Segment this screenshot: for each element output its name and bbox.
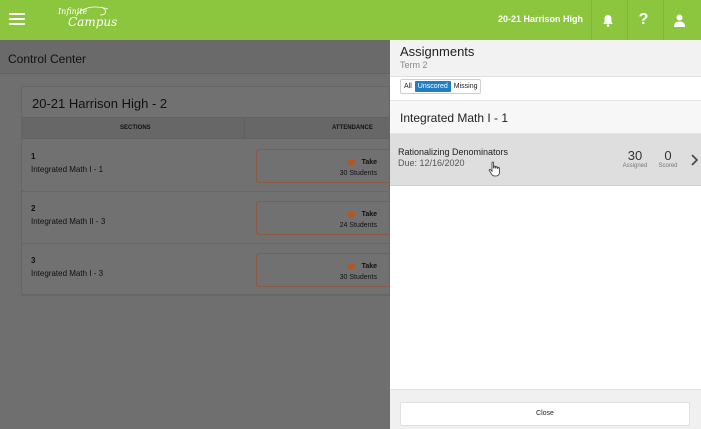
panel-header: Assignments Term 2 (390, 40, 701, 77)
assignment-item[interactable]: Rationalizing Denominators Due: 12/16/20… (390, 134, 701, 186)
take-label: Take (361, 159, 377, 166)
student-count: 30 Students (339, 274, 377, 281)
user-button[interactable] (663, 0, 695, 40)
section-course: Integrated Math II - 3 (31, 217, 106, 226)
bell-icon (602, 14, 613, 27)
assignments-panel: Assignments Term 2 All Unscored Missing … (390, 40, 701, 429)
take-attendance-button[interactable]: Take 30 Students (256, 149, 391, 183)
sections-card: 20-21 Harrison High - 2 SECTIONS ATTENDA… (21, 86, 391, 296)
logo-swoosh-icon (75, 6, 109, 17)
app-logo: Infinite Campus (58, 6, 117, 28)
student-count: 24 Students (339, 222, 377, 229)
status-dot-icon (348, 159, 355, 166)
assigned-value: 30 (627, 148, 643, 163)
assignment-due-date: Due: 12/16/2020 (398, 158, 465, 168)
section-course: Integrated Math I - 3 (31, 269, 104, 278)
scored-label: Scored (658, 163, 678, 169)
column-header-sections: SECTIONS (120, 125, 151, 131)
assigned-label: Assigned (622, 163, 648, 169)
status-dot-icon (348, 263, 355, 270)
top-bar: Infinite Campus 20-21 Harrison High ? (0, 0, 701, 40)
assignment-name: Rationalizing Denominators (398, 147, 509, 157)
close-button[interactable]: Close (400, 402, 690, 426)
card-title: 20-21 Harrison High - 2 (32, 96, 168, 111)
filter-toggle-group: All Unscored Missing (400, 79, 482, 94)
take-label: Take (361, 211, 377, 218)
section-title: Integrated Math I - 1 (400, 111, 509, 125)
chevron-right-icon (691, 154, 698, 166)
take-label: Take (361, 263, 377, 270)
table-row[interactable]: 3 Integrated Math I - 3 Take 30 Students (22, 244, 391, 296)
menu-icon[interactable] (9, 10, 25, 30)
filter-unscored[interactable]: Unscored (414, 81, 451, 92)
section-header: Integrated Math I - 1 (390, 100, 701, 134)
section-number: 3 (31, 256, 36, 265)
user-icon (674, 14, 685, 27)
help-button[interactable]: ? (627, 0, 659, 40)
status-dot-icon (348, 211, 355, 218)
hand-cursor-icon (488, 161, 500, 177)
page-title: Control Center (8, 52, 87, 66)
section-course: Integrated Math I - 1 (31, 165, 104, 174)
scored-value: 0 (664, 148, 672, 163)
notifications-button[interactable] (591, 0, 623, 40)
filter-all[interactable]: All (401, 80, 415, 93)
table-row[interactable]: 1 Integrated Math I - 1 Take 30 Students (22, 140, 391, 192)
table-row[interactable]: 2 Integrated Math II - 3 Take 24 Student… (22, 192, 391, 244)
panel-footer: Close (390, 389, 701, 429)
scored-stat: 0 Scored (654, 149, 682, 169)
column-header-attendance: ATTENDANCE (332, 125, 373, 131)
filter-missing[interactable]: Missing (451, 80, 481, 93)
section-number: 2 (31, 204, 36, 213)
table-header: SECTIONS ATTENDANCE (22, 117, 391, 140)
assigned-stat: 30 Assigned (618, 149, 652, 169)
take-attendance-button[interactable]: Take 30 Students (256, 253, 391, 287)
take-attendance-button[interactable]: Take 24 Students (256, 201, 391, 235)
school-selector[interactable]: 20-21 Harrison High (498, 14, 583, 24)
section-number: 1 (31, 152, 36, 161)
student-count: 30 Students (339, 170, 377, 177)
help-icon: ? (638, 11, 649, 28)
panel-title: Assignments (400, 44, 475, 59)
panel-term: Term 2 (400, 60, 428, 70)
